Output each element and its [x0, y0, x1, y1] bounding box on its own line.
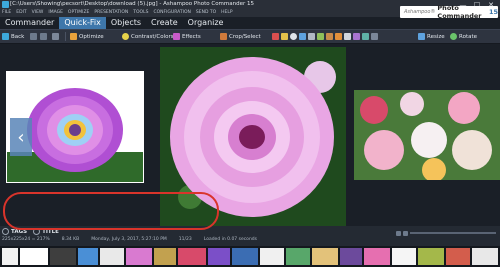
filmstrip: [0, 246, 500, 267]
eye-icon[interactable]: [290, 33, 297, 40]
save-icon: [52, 33, 59, 40]
thumbnail[interactable]: [364, 248, 390, 265]
thumbnail[interactable]: [232, 248, 258, 265]
menu-tools[interactable]: TOOLS: [133, 10, 148, 15]
shape-icon[interactable]: [317, 33, 324, 40]
zoom-slider[interactable]: [396, 230, 496, 236]
thumbnail[interactable]: [154, 248, 176, 265]
toolbar-divider: [65, 32, 66, 41]
bouquet-image: [354, 90, 500, 182]
effects-icon: [173, 33, 180, 40]
zoom-in-icon[interactable]: [403, 230, 408, 236]
thumbnail[interactable]: [286, 248, 310, 265]
contrast-label: Contrast/Colors: [131, 33, 174, 40]
file-size: 8.34 KB: [61, 237, 80, 242]
image-index: 11/23: [178, 237, 192, 242]
contrast-button[interactable]: Contrast/Colors: [122, 32, 174, 41]
chevron-left-icon: ‹: [17, 126, 25, 148]
thumbnail[interactable]: [100, 248, 124, 265]
thumbnail[interactable]: [312, 248, 338, 265]
thumbnail[interactable]: [392, 248, 416, 265]
tool-strip: [272, 32, 378, 41]
thumbnail[interactable]: [178, 248, 206, 265]
menu-image[interactable]: IMAGE: [48, 10, 63, 15]
effects-button[interactable]: Effects: [173, 32, 201, 41]
layers-icon[interactable]: [362, 33, 369, 40]
zoom-icon[interactable]: [344, 33, 351, 40]
thumbnail[interactable]: [472, 248, 498, 265]
optimize-label: Optimize: [79, 33, 104, 40]
back-arrow-icon: [2, 33, 9, 40]
brand-ashampoo: Ashampoo®: [404, 9, 436, 15]
window-title: [C:\Users\Showing\pecsort\Desktop\downlo…: [10, 1, 255, 7]
redo-button[interactable]: [40, 32, 47, 41]
thumbnail[interactable]: [260, 248, 284, 265]
thumbnail[interactable]: [418, 248, 444, 265]
thumbnail[interactable]: [2, 248, 18, 265]
brush-icon[interactable]: [281, 33, 288, 40]
back-label: Back: [11, 33, 25, 40]
thumbnail[interactable]: [446, 248, 470, 265]
optimize-icon: [70, 33, 77, 40]
nav-tabs: Commander Quick-Fix Objects Create Organ…: [0, 17, 400, 29]
thumbnail[interactable]: [340, 248, 362, 265]
app-icon: [2, 1, 9, 8]
menu-optimize[interactable]: OPTIMIZE: [68, 10, 89, 15]
menu-file[interactable]: FILE: [2, 10, 11, 15]
menu-help[interactable]: HELP: [221, 10, 232, 15]
optimize-button[interactable]: Optimize: [70, 32, 104, 41]
tab-organize[interactable]: Organize: [183, 17, 229, 29]
radio-icon: [2, 228, 9, 235]
palette-icon[interactable]: [272, 33, 279, 40]
brand-product: Photo Commander: [437, 4, 482, 20]
slider-track[interactable]: [410, 232, 496, 234]
tab-create[interactable]: Create: [146, 17, 183, 29]
thumbnail[interactable]: [78, 248, 98, 265]
text-icon[interactable]: [308, 33, 315, 40]
back-button[interactable]: Back: [2, 32, 24, 41]
crop-label: Crop/Select: [229, 33, 261, 40]
thumbnail[interactable]: [208, 248, 230, 265]
thumbnail[interactable]: [20, 248, 48, 265]
redo-icon: [40, 33, 47, 40]
menu-send-to[interactable]: SEND TO: [196, 10, 216, 15]
tab-commander[interactable]: Commander: [0, 17, 59, 29]
thumbnail[interactable]: [126, 248, 152, 265]
crop-button[interactable]: Crop/Select: [220, 32, 261, 41]
toolbar: Back Optimize Contrast/Colors Effects Cr…: [0, 29, 500, 44]
brand-logo: Ashampoo® Photo Commander 15: [400, 4, 498, 20]
menu-presentation[interactable]: PRESENTATION: [94, 10, 128, 15]
rotate-icon: [450, 33, 457, 40]
file-date: Monday, July 3, 2017, 5:27:10 PM: [91, 237, 167, 242]
tab-quick-fix[interactable]: Quick-Fix: [59, 17, 106, 29]
next-image-preview[interactable]: [354, 90, 500, 182]
menu-configuration[interactable]: CONFIGURATION: [153, 10, 190, 15]
thumbnail[interactable]: [50, 248, 76, 265]
resize-button[interactable]: Resize: [418, 32, 445, 41]
grid-icon[interactable]: [371, 33, 378, 40]
rotate-button[interactable]: Rotate: [450, 32, 477, 41]
undo-icon: [30, 33, 37, 40]
resize-label: Resize: [427, 33, 445, 40]
annotation-circle: [3, 192, 219, 230]
load-time: Loaded in 0.07 seconds: [203, 237, 257, 242]
stamp-icon[interactable]: [326, 33, 333, 40]
effects-label: Effects: [182, 33, 201, 40]
menu-edit[interactable]: EDIT: [16, 10, 26, 15]
crop-icon: [220, 33, 227, 40]
save-button[interactable]: [52, 32, 59, 41]
rotate-label: Rotate: [459, 33, 478, 40]
brand-version: 15: [488, 8, 498, 16]
contrast-icon: [122, 33, 129, 40]
drop-icon[interactable]: [299, 33, 306, 40]
image-dimensions: 225x225x24 = 217%: [2, 237, 50, 242]
tab-objects[interactable]: Objects: [106, 17, 146, 29]
settings-icon[interactable]: [335, 33, 342, 40]
previous-image-button[interactable]: ‹: [10, 118, 32, 156]
undo-button[interactable]: [30, 32, 37, 41]
resize-icon: [418, 33, 425, 40]
frame-icon[interactable]: [353, 33, 360, 40]
zoom-out-icon[interactable]: [396, 230, 401, 236]
menu-view[interactable]: VIEW: [32, 10, 44, 15]
